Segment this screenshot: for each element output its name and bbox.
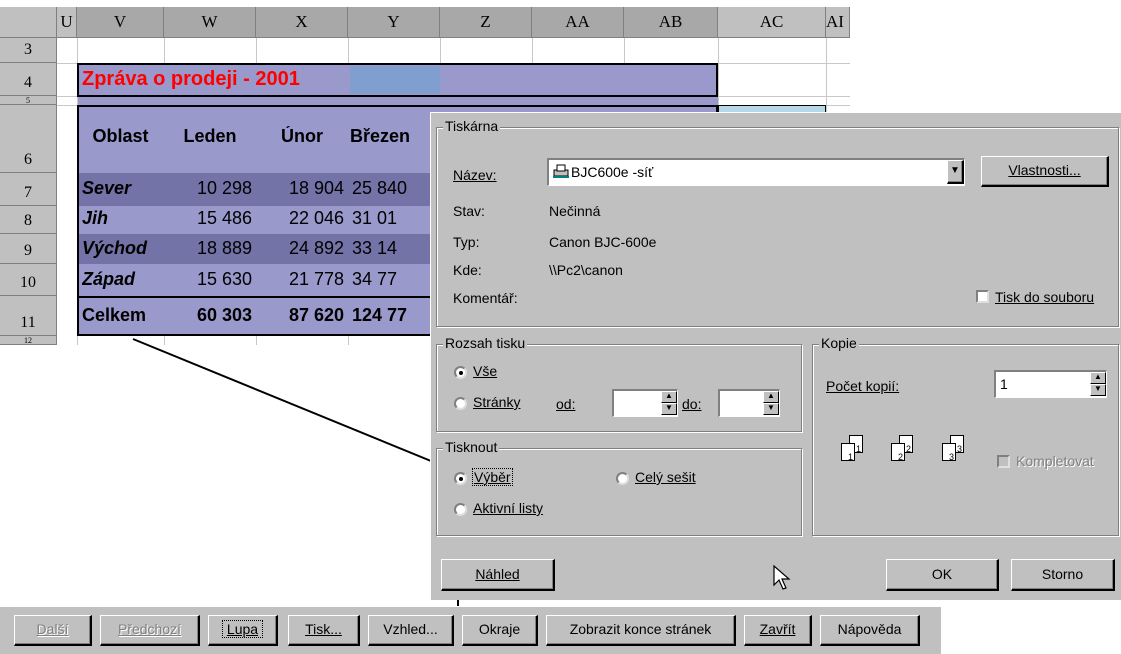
zoom-button[interactable]: Lupa <box>208 615 278 646</box>
properties-button-label: Vlastnosti... <box>1008 162 1081 178</box>
collate-page-icon: 33 <box>942 435 982 471</box>
printer-group-title: Tiskárna <box>443 118 501 134</box>
type-value: Canon BJC-600e <box>549 234 657 250</box>
collate-checkbox[interactable] <box>997 455 1010 468</box>
spin-up-icon[interactable]: ▲ <box>661 391 677 403</box>
where-value: \\Pc2\canon <box>549 262 623 278</box>
previous-page-button[interactable]: Předchozí <box>100 615 200 646</box>
range-pages-radio[interactable] <box>454 397 467 410</box>
spin-down-icon[interactable]: ▼ <box>763 403 779 415</box>
to-page-stepper[interactable]: ▲ ▼ <box>718 389 780 417</box>
ok-button[interactable]: OK <box>886 559 999 591</box>
close-button[interactable]: Zavřít <box>744 615 812 646</box>
print-workbook-radio[interactable] <box>616 472 629 485</box>
spin-up-icon[interactable]: ▲ <box>763 391 779 403</box>
preview-button-label: Náhled <box>475 566 520 582</box>
close-label: Zavřít <box>759 621 796 637</box>
printer-dropdown-button[interactable]: ▼ <box>947 160 964 184</box>
printer-name-label: Název: <box>453 167 497 183</box>
chevron-down-icon: ▼ <box>950 165 960 176</box>
preview-button[interactable]: Náhled <box>441 559 555 591</box>
margins-button[interactable]: Okraje <box>462 615 538 646</box>
copies-label: Počet kopií: <box>826 378 900 394</box>
page-break-preview-label: Zobrazit konce stránek <box>569 621 712 637</box>
print-to-file-label[interactable]: Tisk do souboru <box>995 289 1094 305</box>
print-what-group-title: Tisknout <box>443 439 500 455</box>
next-page-label: Další <box>36 621 69 637</box>
print-active-sheets-radio[interactable] <box>454 503 467 516</box>
previous-page-label: Předchozí <box>117 621 182 637</box>
page-setup-button[interactable]: Vzhled... <box>368 615 454 646</box>
print-what-group: Tisknout <box>436 439 802 536</box>
printer-name-value: BJC600e -síť <box>571 164 654 180</box>
mouse-cursor-icon <box>773 564 791 594</box>
from-page-stepper[interactable]: ▲ ▼ <box>612 389 678 417</box>
print-to-file-checkbox[interactable] <box>976 290 989 303</box>
spin-up-icon[interactable]: ▲ <box>1090 372 1106 384</box>
collate-label[interactable]: Kompletovat <box>1016 453 1094 469</box>
cancel-button[interactable]: Storno <box>1011 559 1115 591</box>
comment-label: Komentář: <box>453 290 518 306</box>
spin-down-icon[interactable]: ▼ <box>1090 384 1106 396</box>
print-button[interactable]: Tisk... <box>288 615 360 646</box>
page-setup-label: Vzhled... <box>383 621 438 637</box>
print-dialog: Tiskárna Název: BJC600e -síť ▼ Vlastnost… <box>430 112 1121 600</box>
range-pages-label[interactable]: Stránky <box>473 394 520 410</box>
print-range-group-title: Rozsah tisku <box>443 335 528 351</box>
print-workbook-label[interactable]: Celý sešit <box>635 469 696 485</box>
range-all-radio[interactable] <box>454 366 467 379</box>
print-range-group: Rozsah tisku <box>436 335 802 432</box>
help-button[interactable]: Nápověda <box>820 615 920 646</box>
zoom-label: Lupa <box>221 620 264 638</box>
print-selection-label[interactable]: Výběr <box>472 468 513 486</box>
properties-button[interactable]: Vlastnosti... <box>981 156 1109 187</box>
to-label: do: <box>682 396 702 412</box>
margins-label: Okraje <box>478 621 521 637</box>
page-break-preview-button[interactable]: Zobrazit konce stránek <box>546 615 736 646</box>
ok-button-label: OK <box>931 566 953 582</box>
from-label: od: <box>556 396 576 412</box>
spin-down-icon[interactable]: ▼ <box>661 403 677 415</box>
printer-select[interactable]: BJC600e -síť ▼ <box>547 158 965 186</box>
where-label: Kde: <box>453 262 482 278</box>
collate-page-icon: 11 <box>841 435 881 471</box>
copies-value: 1 <box>1000 376 1008 392</box>
callout-line-selection <box>132 338 454 471</box>
print-selection-radio[interactable] <box>454 472 467 485</box>
status-value: Nečinná <box>549 203 601 219</box>
print-active-sheets-label[interactable]: Aktivní listy <box>473 500 543 516</box>
status-label: Stav: <box>453 203 485 219</box>
print-label: Tisk... <box>305 621 342 637</box>
next-page-button[interactable]: Další <box>14 615 92 646</box>
copies-group-title: Kopie <box>819 335 859 351</box>
copies-stepper[interactable]: 1 ▲ ▼ <box>994 370 1107 398</box>
print-preview-toolbar: Další Předchozí Lupa Tisk... Vzhled... O… <box>0 606 941 654</box>
printer-icon <box>553 164 569 178</box>
help-label: Nápověda <box>837 621 902 637</box>
range-all-label[interactable]: Vše <box>473 363 497 379</box>
cancel-button-label: Storno <box>1041 566 1084 582</box>
collate-page-icon: 22 <box>891 435 931 471</box>
type-label: Typ: <box>453 234 480 250</box>
